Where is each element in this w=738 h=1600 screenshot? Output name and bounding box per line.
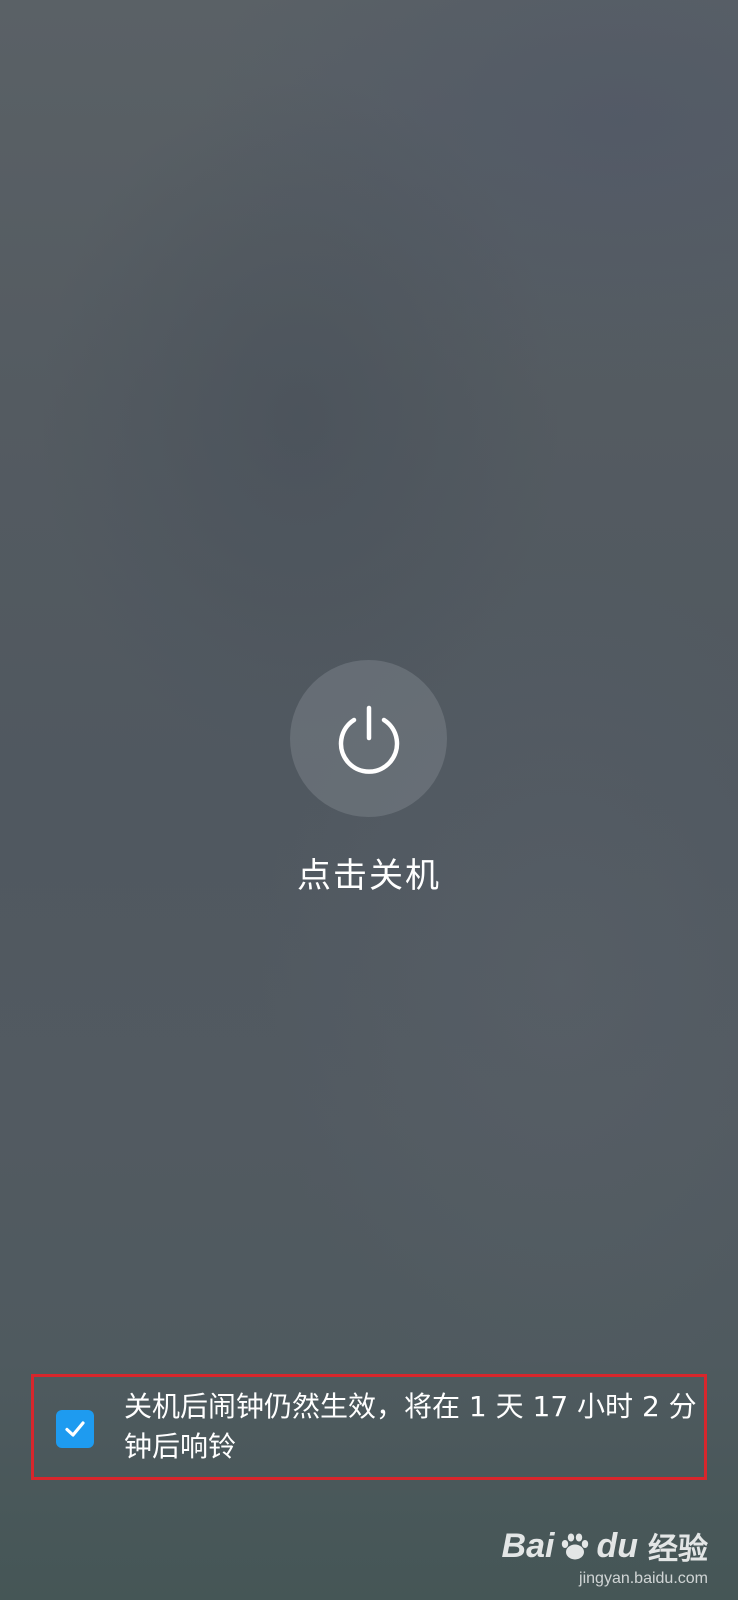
watermark-brand: Bai du 经验 bbox=[502, 1524, 708, 1568]
watermark-brand-right: du bbox=[596, 1526, 638, 1565]
baidu-jingyan-watermark: Bai du 经验 jingyan.baidu.com bbox=[502, 1524, 708, 1588]
watermark-url: jingyan.baidu.com bbox=[579, 1570, 708, 1587]
alarm-notice-highlight: 关机后闹钟仍然生效，将在 1 天 17 小时 2 分钟后响铃 bbox=[31, 1374, 707, 1480]
power-off-button[interactable] bbox=[290, 660, 447, 817]
watermark-brand-cn: 经验 bbox=[648, 1532, 708, 1567]
power-off-label: 点击关机 bbox=[297, 856, 441, 896]
baidu-paw-icon bbox=[562, 1533, 589, 1560]
alarm-checkbox[interactable] bbox=[56, 1410, 94, 1448]
watermark-brand-left: Bai bbox=[501, 1526, 555, 1565]
power-icon bbox=[338, 705, 399, 774]
alarm-notice-text: 关机后闹钟仍然生效，将在 1 天 17 小时 2 分钟后响铃 bbox=[124, 1390, 697, 1463]
check-icon bbox=[65, 1421, 85, 1437]
